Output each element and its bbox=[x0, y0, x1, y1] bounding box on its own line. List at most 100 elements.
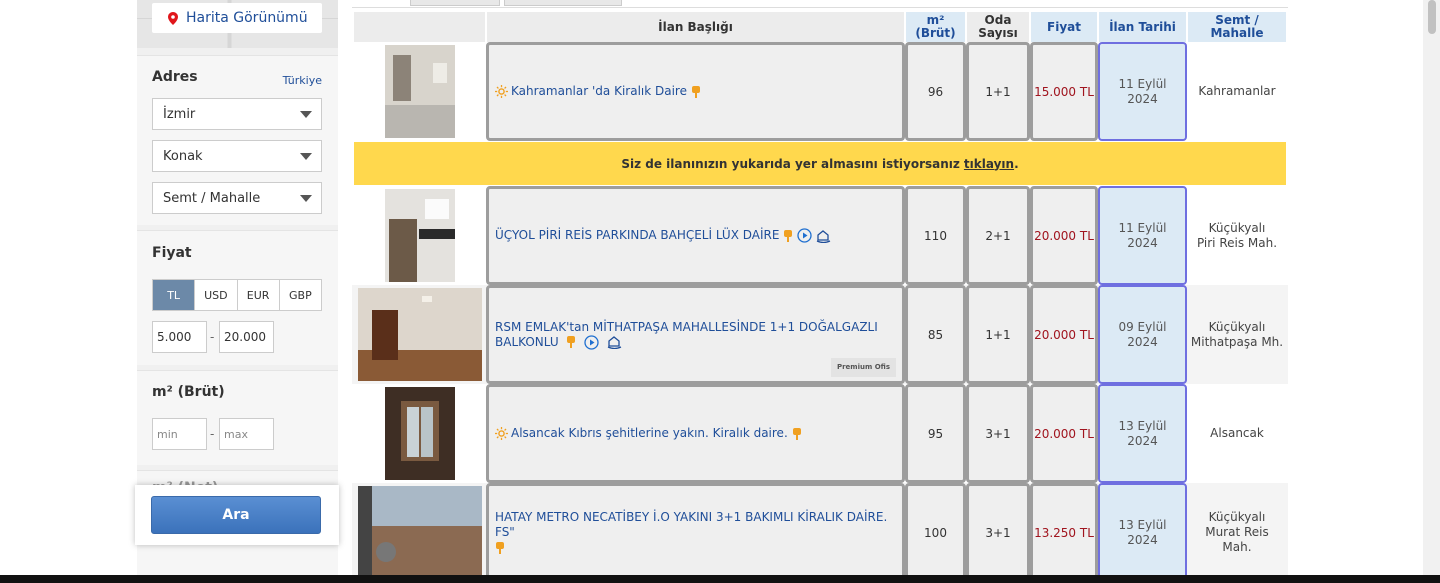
listing-title-cell[interactable]: ÜÇYOL PİRİ REİS PARKINDA BAHÇELİ LÜX DAİ… bbox=[486, 186, 905, 285]
header-thumb bbox=[354, 12, 485, 42]
listing-title-cell[interactable]: RSM EMLAK'tan MİTHATPAŞA MAHALLESİNDE 1+… bbox=[486, 285, 905, 384]
date-day: 09 Eylül bbox=[1118, 319, 1167, 334]
premium-office-badge: Premium Ofis bbox=[830, 358, 896, 377]
tab-bar bbox=[352, 0, 1288, 8]
country-link[interactable]: Türkiye bbox=[283, 74, 322, 87]
date-year: 2024 bbox=[1127, 532, 1158, 547]
header-rooms[interactable]: Oda Sayısı bbox=[967, 12, 1029, 42]
currency-usd[interactable]: USD bbox=[195, 280, 238, 310]
promo-suffix: . bbox=[1014, 156, 1019, 171]
date-day: 13 Eylül bbox=[1118, 418, 1167, 433]
header-title[interactable]: İlan Başlığı bbox=[487, 12, 904, 42]
city-value: İzmir bbox=[163, 106, 196, 122]
location-cell: Küçükyalı Piri Reis Mah. bbox=[1188, 186, 1286, 285]
date-cell: 13 Eylül 2024 bbox=[1098, 483, 1187, 575]
area-max-input[interactable] bbox=[219, 418, 274, 450]
price-min-input[interactable] bbox=[152, 321, 207, 353]
search-bar: Ara bbox=[135, 485, 339, 545]
page-scrollbar[interactable] bbox=[1423, 0, 1440, 575]
listing-title[interactable]: RSM EMLAK'tan MİTHATPAŞA MAHALLESİNDE 1+… bbox=[495, 320, 878, 349]
listing-title[interactable]: Kahramanlar 'da Kiralık Daire bbox=[511, 84, 687, 99]
price-cell: 20.000 TL bbox=[1030, 384, 1098, 483]
listing-photo[interactable] bbox=[385, 189, 455, 282]
area-cell: 100 bbox=[905, 483, 966, 575]
virtual-tour-icon[interactable] bbox=[607, 335, 622, 349]
tab-1[interactable] bbox=[410, 0, 500, 6]
price-cell: 20.000 TL bbox=[1030, 285, 1098, 384]
rooms-cell: 1+1 bbox=[966, 285, 1030, 384]
city-select[interactable]: İzmir bbox=[152, 98, 322, 130]
pin-icon bbox=[496, 541, 504, 554]
listing-title-cell[interactable]: Alsancak Kıbrıs şehitlerine yakın. Kiral… bbox=[486, 384, 905, 483]
district-value: Konak bbox=[163, 148, 203, 164]
map-view-button[interactable]: Harita Görünümü bbox=[152, 3, 322, 33]
map-pin-icon bbox=[168, 11, 178, 25]
date-day: 11 Eylül bbox=[1118, 76, 1167, 91]
table-row[interactable]: Kahramanlar 'da Kiralık Daire 96 1+1 15.… bbox=[352, 42, 1288, 141]
rooms-cell: 2+1 bbox=[966, 186, 1030, 285]
listing-title[interactable]: ÜÇYOL PİRİ REİS PARKINDA BAHÇELİ LÜX DAİ… bbox=[495, 228, 779, 243]
location-cell: Küçükyalı Mithatpaşa Mh. bbox=[1188, 285, 1286, 384]
promo-link[interactable]: tıklayın bbox=[964, 157, 1014, 171]
table-header: İlan Başlığı m² (Brüt) Oda Sayısı Fiyat … bbox=[352, 12, 1288, 42]
date-day: 13 Eylül bbox=[1118, 517, 1167, 532]
listing-photo[interactable] bbox=[385, 387, 455, 480]
currency-eur[interactable]: EUR bbox=[238, 280, 280, 310]
listing-photo[interactable] bbox=[358, 288, 482, 381]
promo-banner: Siz de ilanınızın yukarıda yer almasını … bbox=[354, 142, 1286, 185]
location-cell: Kahramanlar bbox=[1188, 42, 1286, 141]
pin-icon bbox=[792, 427, 801, 440]
currency-gbp[interactable]: GBP bbox=[280, 280, 321, 310]
header-date[interactable]: İlan Tarihi bbox=[1099, 12, 1186, 42]
price-max-input[interactable] bbox=[219, 321, 274, 353]
video-icon[interactable] bbox=[584, 334, 599, 350]
scrollbar-thumb[interactable] bbox=[1428, 0, 1436, 34]
table-row[interactable]: ÜÇYOL PİRİ REİS PARKINDA BAHÇELİ LÜX DAİ… bbox=[352, 186, 1288, 285]
chevron-down-icon bbox=[300, 153, 312, 160]
listing-photo[interactable] bbox=[358, 486, 482, 575]
date-day: 11 Eylül bbox=[1118, 220, 1167, 235]
table-row[interactable]: HATAY METRO NECATİBEY İ.O YAKINI 3+1 BAK… bbox=[352, 483, 1288, 575]
location-line-2: Piri Reis Mah. bbox=[1196, 235, 1278, 250]
location-line-2: Murat Reis bbox=[1205, 525, 1269, 539]
date-year: 2024 bbox=[1127, 334, 1158, 349]
listing-table: İlan Başlığı m² (Brüt) Oda Sayısı Fiyat … bbox=[352, 0, 1288, 575]
tab-2[interactable] bbox=[504, 0, 622, 6]
header-price[interactable]: Fiyat bbox=[1031, 12, 1097, 42]
promo-text: Siz de ilanınızın yukarıda yer almasını … bbox=[621, 156, 960, 171]
table-row[interactable]: Alsancak Kıbrıs şehitlerine yakın. Kiral… bbox=[352, 384, 1288, 483]
location-line-1: Küçükyalı bbox=[1208, 220, 1266, 235]
table-row[interactable]: RSM EMLAK'tan MİTHATPAŞA MAHALLESİNDE 1+… bbox=[352, 285, 1288, 384]
virtual-tour-icon[interactable] bbox=[816, 229, 831, 243]
area-cell: 95 bbox=[905, 384, 966, 483]
rooms-cell: 1+1 bbox=[966, 42, 1030, 141]
location-line-1: Kahramanlar bbox=[1198, 84, 1276, 98]
date-cell: 11 Eylül 2024 bbox=[1098, 42, 1187, 141]
chevron-down-icon bbox=[300, 195, 312, 202]
district-select[interactable]: Konak bbox=[152, 140, 322, 172]
currency-tl[interactable]: TL bbox=[153, 280, 196, 310]
header-area[interactable]: m² (Brüt) bbox=[906, 12, 965, 42]
header-location[interactable]: Semt / Mahalle bbox=[1188, 12, 1286, 42]
area-min-input[interactable] bbox=[152, 418, 207, 450]
location-cell: Alsancak bbox=[1188, 384, 1286, 483]
rooms-cell: 3+1 bbox=[966, 483, 1030, 575]
pin-icon bbox=[784, 229, 793, 242]
listing-title[interactable]: HATAY METRO NECATİBEY İ.O YAKINI 3+1 BAK… bbox=[495, 510, 887, 539]
area-cell: 85 bbox=[905, 285, 966, 384]
date-cell: 13 Eylül 2024 bbox=[1098, 384, 1187, 483]
pin-icon bbox=[567, 336, 576, 348]
neighborhood-select[interactable]: Semt / Mahalle bbox=[152, 182, 322, 214]
map-view-label: Harita Görünümü bbox=[186, 10, 308, 26]
listing-photo[interactable] bbox=[385, 45, 455, 138]
date-cell: 09 Eylül 2024 bbox=[1098, 285, 1187, 384]
address-panel: Adres Türkiye İzmir Konak Semt / Mahalle bbox=[137, 55, 338, 225]
location-line-1: Küçükyalı bbox=[1208, 319, 1266, 334]
video-icon[interactable] bbox=[797, 228, 813, 243]
price-title: Fiyat bbox=[152, 245, 192, 261]
price-cell: 15.000 TL bbox=[1030, 42, 1098, 141]
listing-title-cell[interactable]: HATAY METRO NECATİBEY İ.O YAKINI 3+1 BAK… bbox=[486, 483, 905, 575]
listing-title-cell[interactable]: Kahramanlar 'da Kiralık Daire bbox=[486, 42, 905, 141]
listing-title[interactable]: Alsancak Kıbrıs şehitlerine yakın. Kiral… bbox=[511, 426, 788, 441]
search-button[interactable]: Ara bbox=[151, 496, 321, 534]
